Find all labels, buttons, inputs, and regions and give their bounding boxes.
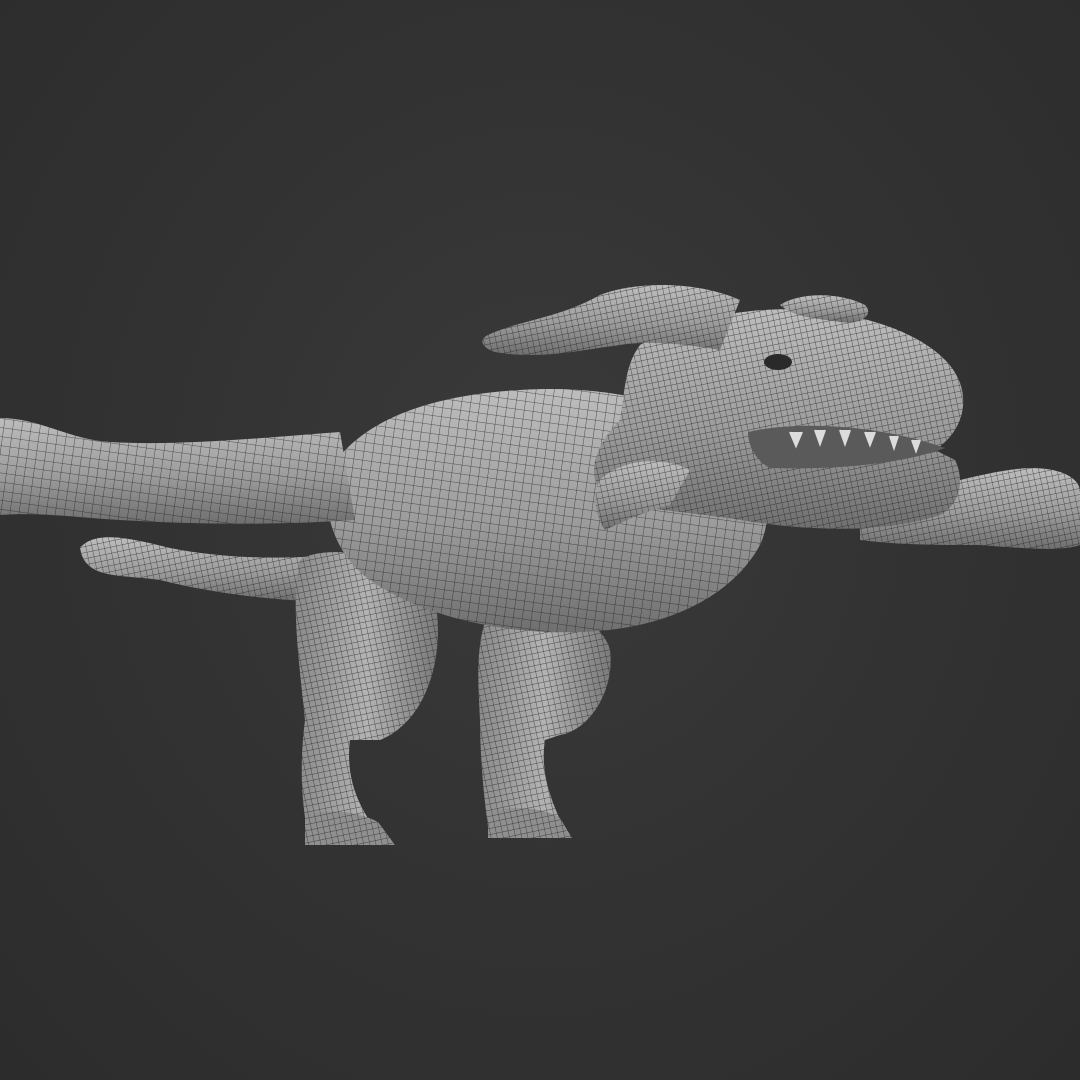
tail-left (0, 418, 355, 524)
eye (764, 354, 792, 370)
dinosaur-mesh-model[interactable] (0, 0, 1080, 1080)
horn-upper (482, 284, 740, 355)
foot-right (488, 808, 572, 838)
foot-left (305, 811, 395, 845)
hind-leg-right (478, 602, 611, 838)
3d-viewport[interactable] (0, 0, 1080, 1080)
